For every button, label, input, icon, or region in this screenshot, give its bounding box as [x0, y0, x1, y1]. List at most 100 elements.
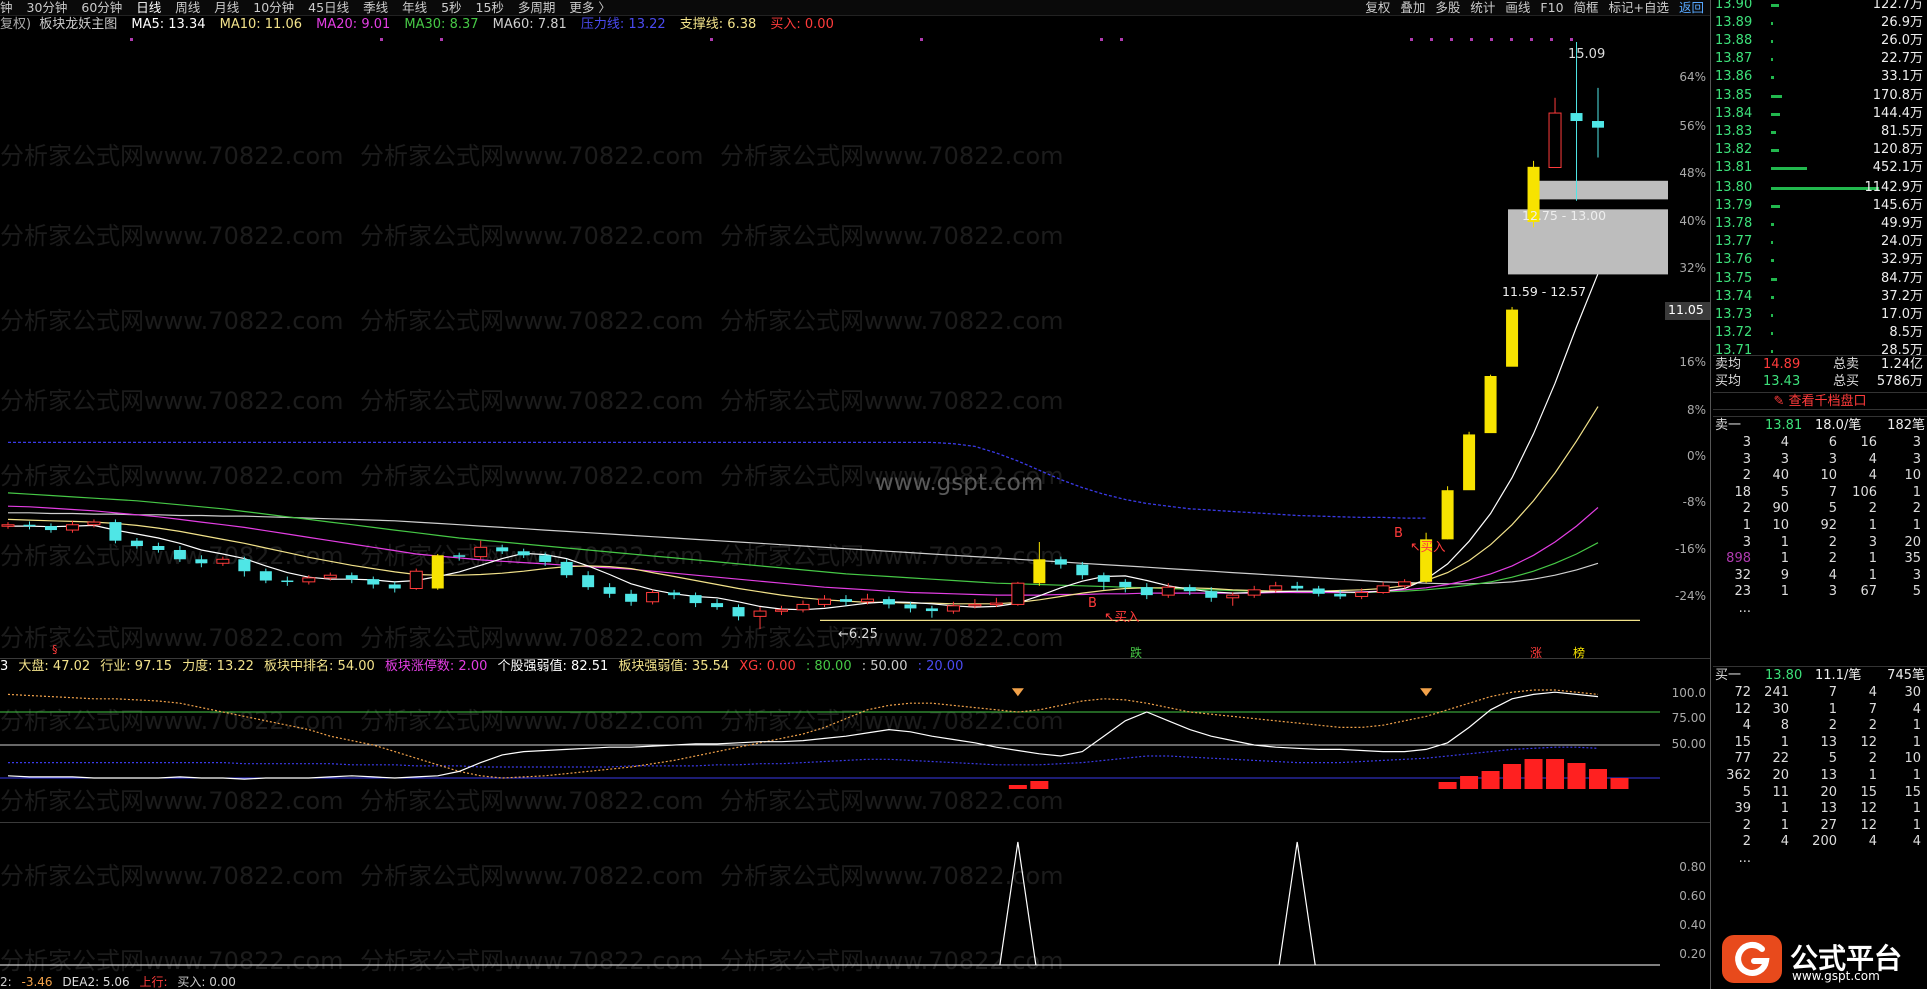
sell-avg-label: 卖均 — [1715, 357, 1742, 372]
view-depth-link[interactable]: ✎ 查看千档盘口 — [1713, 392, 1927, 410]
level-volume: 170.8万 — [1872, 87, 1923, 103]
queue-row: 77 22 5 2 10 — [1713, 751, 1927, 768]
candle-body — [1033, 559, 1046, 584]
sell1-label: 卖一 — [1715, 418, 1742, 433]
candle-body — [668, 592, 681, 596]
queue-cell: 7 — [1868, 701, 1877, 717]
queue-row: 2 1 27 12 1 — [1713, 818, 1927, 835]
b-mark-1: B — [1088, 596, 1097, 611]
ind-red-bar — [1460, 776, 1479, 789]
ask-level[interactable]: 13.87 22.7万 — [1713, 50, 1927, 68]
queue-cell: 3 — [1912, 451, 1921, 467]
bid-level[interactable]: 13.78 49.9万 — [1713, 215, 1927, 233]
queue-cell: 40 — [1772, 468, 1789, 484]
bid-level[interactable]: 13.79 145.6万 — [1713, 197, 1927, 215]
queue-row: 18 5 7 106 1 — [1713, 485, 1927, 502]
candle-body — [474, 546, 488, 558]
ask-level[interactable]: 13.85 170.8万 — [1713, 87, 1927, 105]
candle-body — [1291, 585, 1304, 589]
ask-level[interactable]: 13.90 122.7万 — [1713, 0, 1927, 14]
queue-row: 3 3 3 4 3 — [1713, 452, 1927, 469]
bid-level[interactable]: 13.77 24.0万 — [1713, 233, 1927, 251]
candle-body — [216, 558, 230, 564]
queue-cell: 1 — [1780, 534, 1789, 550]
level-price: 13.78 — [1715, 216, 1753, 232]
zhang-marker: 涨 — [1530, 646, 1543, 660]
buy-avg: 13.43 — [1763, 374, 1801, 389]
queue-cell: 362 — [1726, 767, 1751, 783]
queue-cell: 1 — [1912, 484, 1921, 500]
level-price: 13.87 — [1715, 51, 1753, 67]
candle-body — [1161, 586, 1175, 596]
queue-cell: 12 — [1860, 801, 1877, 817]
candle-body — [1011, 582, 1025, 605]
queue-cell: 13 — [1820, 734, 1837, 750]
level-volume: 122.7万 — [1872, 0, 1923, 12]
queue-cell: 1 — [1868, 517, 1877, 533]
ask-level[interactable]: 13.81 452.1万 — [1713, 159, 1927, 177]
candle-body — [603, 587, 616, 594]
low-label: ←6.25 — [838, 627, 878, 642]
level-volume: 1142.9万 — [1864, 180, 1924, 195]
ma10-line — [7, 406, 1599, 605]
bid-level[interactable]: 13.72 8.5万 — [1713, 324, 1927, 342]
zone2-label: 11.59 - 12.57 — [1502, 284, 1587, 299]
bid-level[interactable]: 13.80 1142.9万 — [1713, 179, 1927, 197]
ask-level[interactable]: 13.82 120.8万 — [1713, 141, 1927, 159]
candle-body — [496, 547, 509, 552]
ask-level[interactable]: 13.88 26.0万 — [1713, 32, 1927, 50]
ind-triangle — [1011, 688, 1024, 697]
total-sell: 1.24亿 — [1881, 357, 1923, 372]
queue-cell: 77 — [1734, 751, 1751, 767]
queue-cell: 27 — [1820, 817, 1837, 833]
candle-body — [238, 559, 251, 572]
queue-row: 23 1 3 67 5 — [1713, 584, 1927, 601]
queue-cell: 3 — [1912, 435, 1921, 450]
ind-red-bar — [1008, 785, 1027, 789]
level-volume-bar — [1771, 187, 1879, 190]
candle-body — [388, 584, 401, 589]
candle-body — [560, 561, 573, 576]
queue-row: 2 40 10 4 10 — [1713, 468, 1927, 485]
total-buy: 5786万 — [1876, 374, 1923, 389]
queue-cell: 15 — [1860, 784, 1877, 800]
zone1-label: 12.75 - 13.00 — [1522, 208, 1607, 223]
ind-red-bar — [1567, 763, 1586, 789]
ask-level[interactable]: 13.89 26.9万 — [1713, 14, 1927, 32]
ind-red-bar — [1481, 771, 1500, 789]
queue-cell: 3 — [1828, 451, 1837, 467]
queue-cell: 1 — [1780, 584, 1789, 600]
queue-cell: ... — [1738, 600, 1751, 616]
bot-tick-080: 0.80 — [1679, 860, 1706, 874]
level-volume: 120.8万 — [1872, 141, 1923, 157]
candle-body — [431, 555, 444, 589]
high-label: 15.09 — [1568, 47, 1606, 62]
candle-body — [259, 571, 272, 581]
queue-cell: 13 — [1820, 801, 1837, 817]
queue-cell: 1 — [1742, 517, 1751, 533]
bid-level[interactable]: 13.74 37.2万 — [1713, 288, 1927, 306]
candle-body — [367, 579, 380, 585]
queue-cell: 67 — [1860, 584, 1877, 600]
bid-level[interactable]: 13.73 17.0万 — [1713, 306, 1927, 324]
ask-level[interactable]: 13.83 81.5万 — [1713, 123, 1927, 141]
bid-level[interactable]: 13.76 32.9万 — [1713, 251, 1927, 269]
ask-level[interactable]: 13.84 144.4万 — [1713, 105, 1927, 123]
level-volume-bar — [1771, 166, 1807, 170]
buy1-header: 买一 13.80 11.1/笔 745笔 — [1713, 666, 1927, 684]
bid-level[interactable]: 13.75 84.7万 — [1713, 270, 1927, 288]
ask-level[interactable]: 13.86 33.1万 — [1713, 68, 1927, 86]
level-volume: 33.1万 — [1881, 69, 1923, 85]
candle-body — [302, 577, 316, 583]
candle-body — [195, 559, 208, 564]
queue-cell: 15 — [1904, 784, 1921, 800]
queue-cell: 2 — [1742, 817, 1751, 833]
candle-body — [989, 602, 1003, 606]
kline-chart[interactable] — [0, 0, 1710, 989]
tick-40: 40% — [1679, 214, 1706, 228]
queue-cell: 1 — [1912, 734, 1921, 750]
signal-dot — [1450, 38, 1453, 41]
level-price: 13.77 — [1715, 234, 1753, 250]
queue-cell: 2 — [1742, 834, 1751, 850]
ma20-line — [7, 505, 1599, 596]
